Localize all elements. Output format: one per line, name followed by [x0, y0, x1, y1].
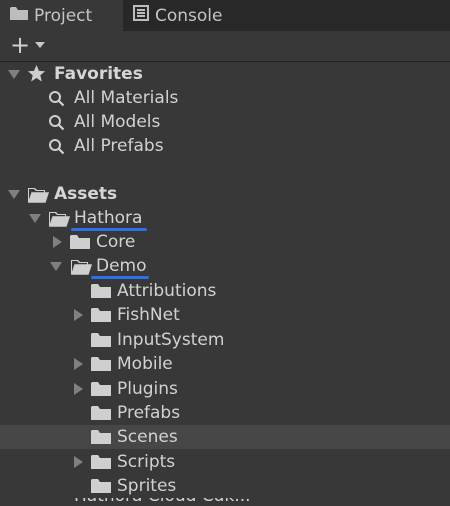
- project-tree: Favorites All Materials All Models All P…: [0, 62, 450, 506]
- tree-item-demo[interactable]: Demo: [0, 254, 450, 279]
- collapse-arrow-icon[interactable]: [74, 383, 83, 395]
- partial-label: Hathora Cloud Cdk...: [74, 498, 251, 506]
- tree-item-all-prefabs[interactable]: All Prefabs: [0, 134, 450, 158]
- folder-icon: [91, 405, 111, 425]
- expand-arrow-icon[interactable]: [8, 190, 20, 199]
- tree-item-sprites[interactable]: Sprites: [0, 474, 450, 498]
- search-icon: [48, 138, 65, 159]
- tree-item-favorites[interactable]: Favorites: [0, 62, 450, 86]
- expand-arrow-icon[interactable]: [8, 70, 20, 79]
- plugins-label: Plugins: [117, 379, 178, 399]
- tab-console[interactable]: Console: [123, 0, 253, 31]
- inputsystem-label: InputSystem: [117, 330, 225, 350]
- folder-icon: [91, 381, 111, 401]
- all-prefabs-label: All Prefabs: [74, 136, 164, 156]
- search-icon: [48, 114, 65, 135]
- open-folder-icon: [70, 258, 93, 279]
- folder-icon: [91, 454, 111, 474]
- tree-item-core[interactable]: Core: [0, 230, 450, 254]
- tree-item-all-models[interactable]: All Models: [0, 110, 450, 134]
- tree-item-all-materials[interactable]: All Materials: [0, 86, 450, 110]
- tab-project-label: Project: [34, 5, 93, 26]
- tree-item-attributions[interactable]: Attributions: [0, 279, 450, 303]
- collapse-arrow-icon[interactable]: [74, 358, 83, 370]
- star-icon: [27, 64, 46, 87]
- folder-icon: [91, 283, 111, 303]
- tree-item-plugins[interactable]: Plugins: [0, 377, 450, 401]
- tree-item-fishnet[interactable]: FishNet: [0, 303, 450, 327]
- all-materials-label: All Materials: [74, 88, 179, 108]
- fishnet-label: FishNet: [117, 305, 180, 325]
- tree-item-assets[interactable]: Assets: [0, 182, 450, 206]
- tab-console-label: Console: [155, 5, 223, 26]
- folder-icon: [91, 307, 111, 327]
- hathora-label: Hathora: [74, 208, 143, 228]
- folder-icon: [91, 478, 111, 498]
- tree-item-mobile[interactable]: Mobile: [0, 352, 450, 376]
- toolbar: +: [0, 31, 450, 62]
- tab-bar: Project Console: [0, 0, 450, 31]
- mobile-label: Mobile: [117, 354, 173, 374]
- attributions-label: Attributions: [117, 281, 217, 301]
- open-folder-icon: [48, 210, 71, 231]
- demo-label: Demo: [96, 256, 147, 276]
- collapse-arrow-icon[interactable]: [53, 236, 62, 248]
- all-models-label: All Models: [74, 112, 161, 132]
- tree-item-scenes[interactable]: Scenes: [0, 425, 450, 449]
- folder-icon: [91, 356, 111, 376]
- folder-icon: [10, 6, 28, 26]
- folder-icon: [91, 332, 111, 352]
- collapse-arrow-icon[interactable]: [74, 309, 83, 321]
- open-folder-icon: [27, 186, 50, 207]
- console-icon: [133, 5, 149, 26]
- sprites-label: Sprites: [117, 476, 177, 496]
- expand-arrow-icon[interactable]: [50, 262, 62, 271]
- collapse-arrow-icon[interactable]: [74, 456, 83, 468]
- tree-item-partial[interactable]: Hathora Cloud Cdk...: [0, 498, 450, 506]
- tree-item-inputsystem[interactable]: InputSystem: [0, 328, 450, 352]
- tree-item-scripts[interactable]: Scripts: [0, 450, 450, 474]
- scripts-label: Scripts: [117, 452, 176, 472]
- assets-label: Assets: [54, 184, 118, 204]
- search-icon: [48, 90, 65, 111]
- core-label: Core: [96, 232, 136, 252]
- tab-project[interactable]: Project: [0, 0, 123, 31]
- favorites-label: Favorites: [54, 64, 143, 84]
- tree-item-prefabs[interactable]: Prefabs: [0, 401, 450, 425]
- expand-arrow-icon[interactable]: [29, 214, 41, 223]
- folder-icon: [70, 234, 90, 254]
- prefabs-label: Prefabs: [117, 403, 181, 423]
- tree-item-hathora[interactable]: Hathora: [0, 206, 450, 231]
- scenes-label: Scenes: [117, 427, 178, 447]
- chevron-down-icon[interactable]: [35, 42, 45, 48]
- folder-icon: [91, 429, 111, 449]
- add-button[interactable]: +: [10, 33, 30, 57]
